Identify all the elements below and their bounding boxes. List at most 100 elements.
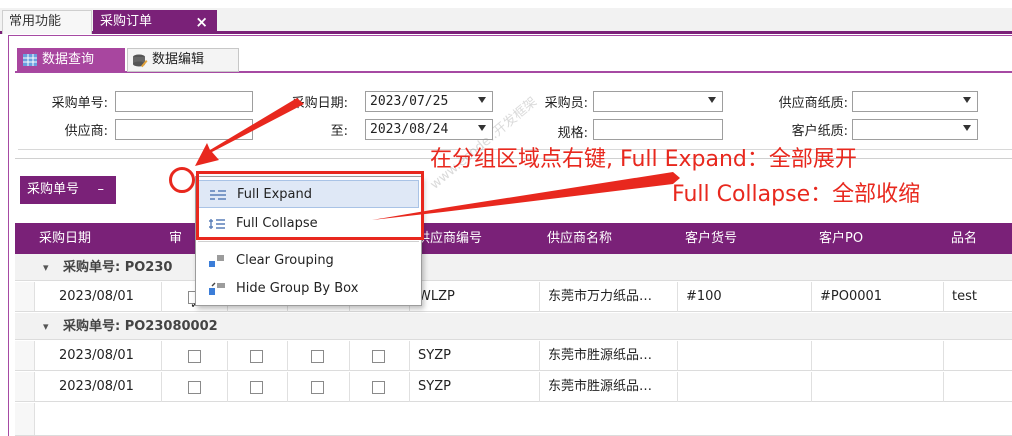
menu-item-clear-grouping[interactable]: Clear Grouping <box>198 247 419 275</box>
cell-approve <box>161 341 227 371</box>
cell-customer-po <box>811 372 943 402</box>
cell-approve <box>161 372 227 402</box>
cell-check <box>287 372 349 402</box>
spec-input[interactable] <box>593 119 723 140</box>
group-row[interactable]: ▾ 采购单号: PO230 <box>15 254 1012 281</box>
annotation-text-line2: Full Collapse：全部收缩 <box>672 182 921 207</box>
cell-purchase-date: 2023/08/01 <box>59 348 134 363</box>
checkbox[interactable] <box>250 381 263 394</box>
cell-customer-item: #100 <box>677 282 811 312</box>
cell-supplier-name: 东莞市胜源纸品… <box>539 341 677 371</box>
supplier-paper-select[interactable] <box>852 91 978 112</box>
column-header-supplier-name[interactable]: 供应商名称 <box>539 223 677 254</box>
hide-group-box-icon <box>209 282 225 295</box>
column-header-supplier-code[interactable]: 供应商编号 <box>409 223 539 254</box>
cell-check <box>349 341 409 371</box>
date-from-select[interactable]: 2023/07/25 <box>365 91 493 112</box>
annotation-highlight-box <box>196 171 424 240</box>
checkbox[interactable] <box>372 381 385 394</box>
tab-data-query[interactable]: 数据查询 <box>17 48 125 72</box>
group-chip-label: 采购单号 <box>27 182 80 197</box>
checkbox[interactable] <box>311 350 324 363</box>
cell-supplier-code: SYZP <box>409 372 539 402</box>
table-row[interactable] <box>15 403 1012 436</box>
tab-purchase-order[interactable]: 采购订单 × <box>93 10 217 34</box>
column-header-purchase-date[interactable]: 采购日期 <box>31 223 161 254</box>
grid-icon <box>23 54 37 66</box>
cell-customer-item <box>677 372 811 402</box>
group-by-chip-po-number[interactable]: 采购单号 – <box>20 176 116 204</box>
cell-product-name <box>943 372 1012 402</box>
table-row[interactable]: 2023/08/01 SYZP 东莞市胜源纸品… <box>15 341 1012 371</box>
cell-supplier-code: WLZP <box>409 282 539 312</box>
to-label: 至: <box>330 124 348 139</box>
grid-header: 采购日期 审 供应商编号 供应商名称 客户货号 客户PO 品名 <box>15 223 1012 254</box>
annotation-text-line1: 在分组区域点右键, Full Expand：全部展开 <box>430 147 857 172</box>
table-row[interactable]: 2023/08/01 WLZP 东莞市万力纸品… #100 #PO0001 te… <box>15 282 1012 312</box>
cell-check <box>287 341 349 371</box>
clear-grouping-icon <box>209 255 224 267</box>
tab-label: 常用功能 <box>9 14 62 29</box>
edit-icon <box>133 54 148 68</box>
column-header-customer-item[interactable]: 客户货号 <box>677 223 811 254</box>
row-indicator[interactable] <box>15 282 35 311</box>
supplier-input[interactable] <box>115 119 253 140</box>
tab-common-functions[interactable]: 常用功能 <box>2 10 92 34</box>
menu-separator <box>198 241 419 242</box>
group-row-label: 采购单号: PO23080002 <box>63 319 218 334</box>
cell-purchase-date: 2023/08/01 <box>59 379 134 394</box>
po-number-input[interactable] <box>115 91 253 112</box>
checkbox[interactable] <box>311 381 324 394</box>
purchase-date-label: 采购日期: <box>291 96 348 111</box>
cell-customer-po <box>811 341 943 371</box>
menu-item-hide-group-by-box[interactable]: Hide Group By Box <box>198 275 419 303</box>
supplier-paper-label: 供应商纸质: <box>778 96 848 111</box>
tab-label: 数据编辑 <box>152 52 205 67</box>
tab-label: 数据查询 <box>42 52 95 67</box>
column-header-customer-po[interactable]: 客户PO <box>811 223 943 254</box>
document-tab-strip: 常用功能 采购订单 × <box>0 8 1012 34</box>
sort-icon: – <box>97 182 105 197</box>
annotation-circle <box>169 167 195 193</box>
cell-purchase-date: 2023/08/01 <box>59 289 134 304</box>
cell-product-name: test <box>943 282 1012 312</box>
dropdown-arrow-icon <box>708 97 716 103</box>
group-row-label: 采购单号: PO230 <box>63 260 173 275</box>
spec-label: 规格: <box>557 126 588 141</box>
buyer-select[interactable] <box>593 91 723 112</box>
close-icon[interactable]: × <box>195 11 208 33</box>
column-header-product-name[interactable]: 品名 <box>943 223 1012 254</box>
chevron-down-icon[interactable]: ▾ <box>43 254 49 281</box>
cell-customer-item <box>677 341 811 371</box>
checkbox[interactable] <box>188 381 201 394</box>
dropdown-arrow-icon <box>478 97 486 103</box>
customer-paper-label: 客户纸质: <box>791 124 848 139</box>
dropdown-arrow-icon <box>963 125 971 131</box>
row-indicator[interactable] <box>15 341 35 370</box>
tab-data-edit[interactable]: 数据编辑 <box>127 48 239 72</box>
cell-supplier-name: 东莞市胜源纸品… <box>539 372 677 402</box>
cell-check <box>227 372 287 402</box>
cell-product-name <box>943 341 1012 371</box>
tab-label: 采购订单 <box>100 14 153 29</box>
sub-tab-strip: 数据查询 数据编辑 <box>15 47 1012 73</box>
group-row[interactable]: ▾ 采购单号: PO23080002 <box>15 313 1012 340</box>
chevron-down-icon[interactable]: ▾ <box>43 313 49 340</box>
cell-customer-po: #PO0001 <box>811 282 943 312</box>
menu-item-label: Hide Group By Box <box>236 281 359 296</box>
row-indicator[interactable] <box>15 403 35 435</box>
row-indicator[interactable] <box>15 372 35 401</box>
checkbox[interactable] <box>188 350 201 363</box>
supplier-label: 供应商: <box>64 124 108 139</box>
menu-item-label: Clear Grouping <box>236 253 334 268</box>
cell-check <box>349 372 409 402</box>
date-to-value: 2023/08/24 <box>370 122 449 137</box>
table-row[interactable]: 2023/08/01 SYZP 东莞市胜源纸品… <box>15 372 1012 402</box>
cell-check <box>227 341 287 371</box>
checkbox[interactable] <box>250 350 263 363</box>
cell-supplier-code: SYZP <box>409 341 539 371</box>
dropdown-arrow-icon <box>963 97 971 103</box>
po-number-label: 采购单号: <box>51 96 108 111</box>
checkbox[interactable] <box>372 350 385 363</box>
customer-paper-select[interactable] <box>852 119 978 140</box>
